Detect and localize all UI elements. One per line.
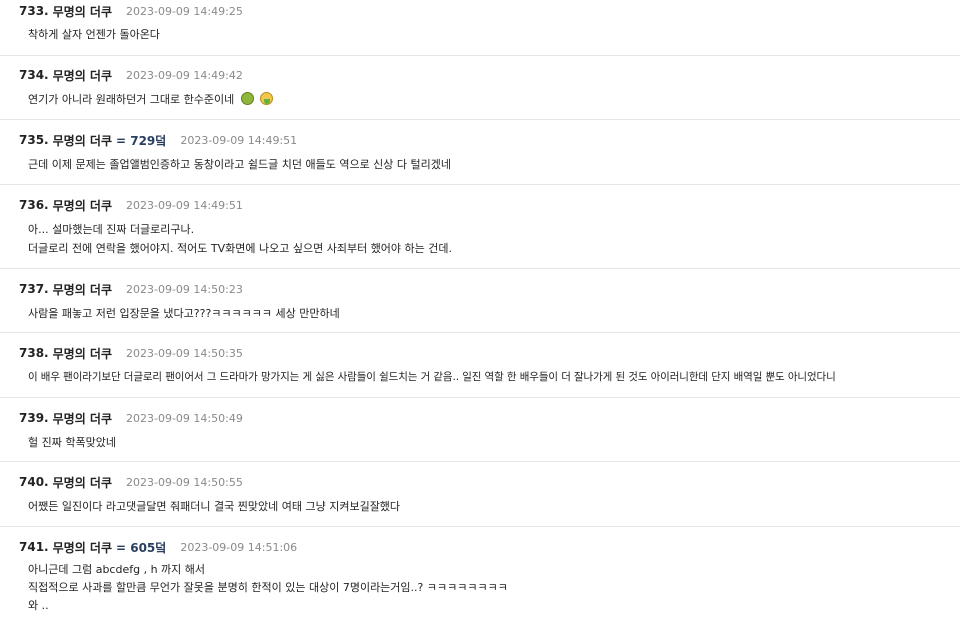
comment-author: 무명의 더쿠: [52, 475, 112, 490]
comment-header: 738. 무명의 더쿠 2023-09-09 14:50:35: [0, 342, 960, 364]
comment-body: 연기가 아니라 원래하던거 그대로 한수준이네: [0, 90, 960, 109]
comment-body: 사람을 패놓고 저런 입장문을 냈다고???ㅋㅋㅋㅋㅋㅋ 세상 만만하네: [0, 304, 960, 323]
comment-number[interactable]: 738.: [19, 346, 49, 360]
comment-timestamp: 2023-09-09 14:49:51: [180, 133, 298, 147]
comment-header: 736. 무명의 더쿠 2023-09-09 14:49:51: [0, 194, 960, 216]
comment-line: 직접적으로 사과를 할만큼 무언가 잘못을 분명히 한적이 있는 대상이 7명이…: [28, 581, 508, 594]
comment-header: 733. 무명의 더쿠 2023-09-09 14:49:25: [0, 0, 960, 22]
comment-number[interactable]: 741.: [19, 540, 49, 554]
comment-line: 연기가 아니라 원래하던거 그대로 한수준이네: [28, 93, 235, 106]
comment-author: 무명의 더쿠: [52, 346, 112, 361]
comment-line: 헐 진짜 학폭맞았네: [28, 436, 116, 449]
comment-line: 이 배우 팬이라기보단 더글로리 팬이어서 그 드라마가 망가지는 게 싫은 사…: [28, 371, 836, 383]
comment-timestamp: 2023-09-09 14:50:35: [126, 346, 243, 360]
comment-timestamp: 2023-09-09 14:50:23: [126, 282, 243, 296]
comment-line: 더글로리 전에 연락을 했어야지. 적어도 TV화면에 나오고 싶으면 사죄부터…: [28, 242, 453, 255]
comment-timestamp: 2023-09-09 14:51:06: [180, 540, 298, 554]
comment-body: 착하게 살자 언젠가 돌아온다: [0, 25, 960, 44]
comment-line: 아니근데 그럼 abcdefg , h 까지 해서: [28, 563, 206, 576]
comment-author: 무명의 더쿠: [52, 68, 112, 83]
comment-item: 741. 무명의 더쿠 = 605덬 2023-09-09 14:51:06 아…: [0, 527, 960, 623]
comment-item: 734. 무명의 더쿠 2023-09-09 14:49:42 연기가 아니라 …: [0, 56, 960, 120]
comment-line: 어쨌든 일진이다 라고댓글달면 줘패더니 결국 찐맞았네 여태 그냥 지켜보길잘…: [28, 500, 401, 513]
comment-header: 739. 무명의 더쿠 2023-09-09 14:50:49: [0, 407, 960, 429]
comment-number[interactable]: 733.: [19, 4, 49, 18]
comment-line: 근데 이제 문제는 졸업앨범인증하고 동창이라고 쉴드글 치던 애들도 역으로 …: [28, 158, 452, 171]
reply-reference-link[interactable]: = 729덬: [116, 132, 166, 149]
comment-item: 736. 무명의 더쿠 2023-09-09 14:49:51 아... 설마했…: [0, 185, 960, 269]
comment-author: 무명의 더쿠: [52, 540, 112, 555]
comment-item: 739. 무명의 더쿠 2023-09-09 14:50:49 헐 진짜 학폭맞…: [0, 398, 960, 462]
comment-number[interactable]: 735.: [19, 133, 49, 147]
face-vomiting-icon: [260, 92, 274, 105]
comment-body: 이 배우 팬이라기보단 더글로리 팬이어서 그 드라마가 망가지는 게 싫은 사…: [0, 368, 960, 387]
comment-line: 아... 설마했는데 진짜 더글로리구나.: [28, 223, 195, 236]
comment-timestamp: 2023-09-09 14:49:51: [126, 198, 243, 212]
comment-timestamp: 2023-09-09 14:50:55: [126, 475, 243, 489]
comment-body: 헐 진짜 학폭맞았네: [0, 433, 960, 452]
comment-body: 아니근데 그럼 abcdefg , h 까지 해서 직접적으로 사과를 할만큼 …: [0, 561, 960, 615]
comment-author: 무명의 더쿠: [52, 282, 112, 297]
comment-item: 737. 무명의 더쿠 2023-09-09 14:50:23 사람을 패놓고 …: [0, 269, 960, 333]
comment-timestamp: 2023-09-09 14:49:42: [126, 68, 243, 82]
comment-timestamp: 2023-09-09 14:50:49: [126, 411, 243, 425]
comment-header: 737. 무명의 더쿠 2023-09-09 14:50:23: [0, 278, 960, 300]
comment-list: 733. 무명의 더쿠 2023-09-09 14:49:25 착하게 살자 언…: [0, 0, 960, 623]
comment-number[interactable]: 739.: [19, 411, 49, 425]
comment-body: 어쨌든 일진이다 라고댓글달면 줘패더니 결국 찐맞았네 여태 그냥 지켜보길잘…: [0, 497, 960, 516]
comment-header: 740. 무명의 더쿠 2023-09-09 14:50:55: [0, 471, 960, 493]
comment-timestamp: 2023-09-09 14:49:25: [126, 4, 243, 18]
comment-line: 착하게 살자 언젠가 돌아온다: [28, 28, 160, 41]
comment-number[interactable]: 734.: [19, 68, 49, 82]
comment-body: 아... 설마했는데 진짜 더글로리구나. 더글로리 전에 연락을 했어야지. …: [0, 220, 960, 258]
comment-item: 738. 무명의 더쿠 2023-09-09 14:50:35 이 배우 팬이라…: [0, 333, 960, 398]
comment-header: 734. 무명의 더쿠 2023-09-09 14:49:42: [0, 64, 960, 86]
comment-body: 근데 이제 문제는 졸업앨범인증하고 동창이라고 쉴드글 치던 애들도 역으로 …: [0, 155, 960, 174]
comment-number[interactable]: 737.: [19, 282, 49, 296]
comment-item: 740. 무명의 더쿠 2023-09-09 14:50:55 어쨌든 일진이다…: [0, 462, 960, 527]
comment-line-wrap: 연기가 아니라 원래하던거 그대로 한수준이네: [28, 90, 960, 109]
comment-item: 735. 무명의 더쿠 = 729덬 2023-09-09 14:49:51 근…: [0, 120, 960, 185]
comment-author: 무명의 더쿠: [52, 411, 112, 426]
nauseated-face-icon: [240, 92, 254, 105]
comment-author: 무명의 더쿠: [52, 133, 112, 148]
comment-line: 와 ..: [28, 599, 49, 612]
reply-reference-link[interactable]: = 605덬: [116, 539, 166, 556]
comment-header: 735. 무명의 더쿠 = 729덬 2023-09-09 14:49:51: [0, 129, 960, 151]
comment-header: 741. 무명의 더쿠 = 605덬 2023-09-09 14:51:06: [0, 536, 960, 558]
comment-number[interactable]: 736.: [19, 198, 49, 212]
comment-number[interactable]: 740.: [19, 475, 49, 489]
comment-author: 무명의 더쿠: [52, 4, 112, 19]
comment-item: 733. 무명의 더쿠 2023-09-09 14:49:25 착하게 살자 언…: [0, 0, 960, 56]
comment-author: 무명의 더쿠: [52, 198, 112, 213]
comment-line: 사람을 패놓고 저런 입장문을 냈다고???ㅋㅋㅋㅋㅋㅋ 세상 만만하네: [28, 307, 340, 320]
